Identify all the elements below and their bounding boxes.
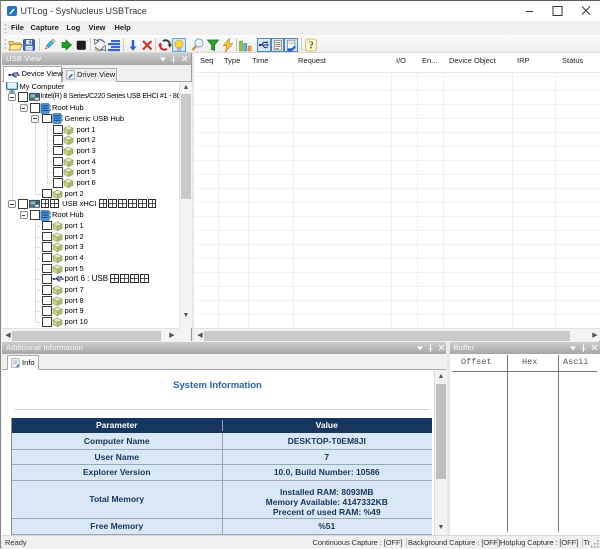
svg-text:?: ? [309,40,314,51]
